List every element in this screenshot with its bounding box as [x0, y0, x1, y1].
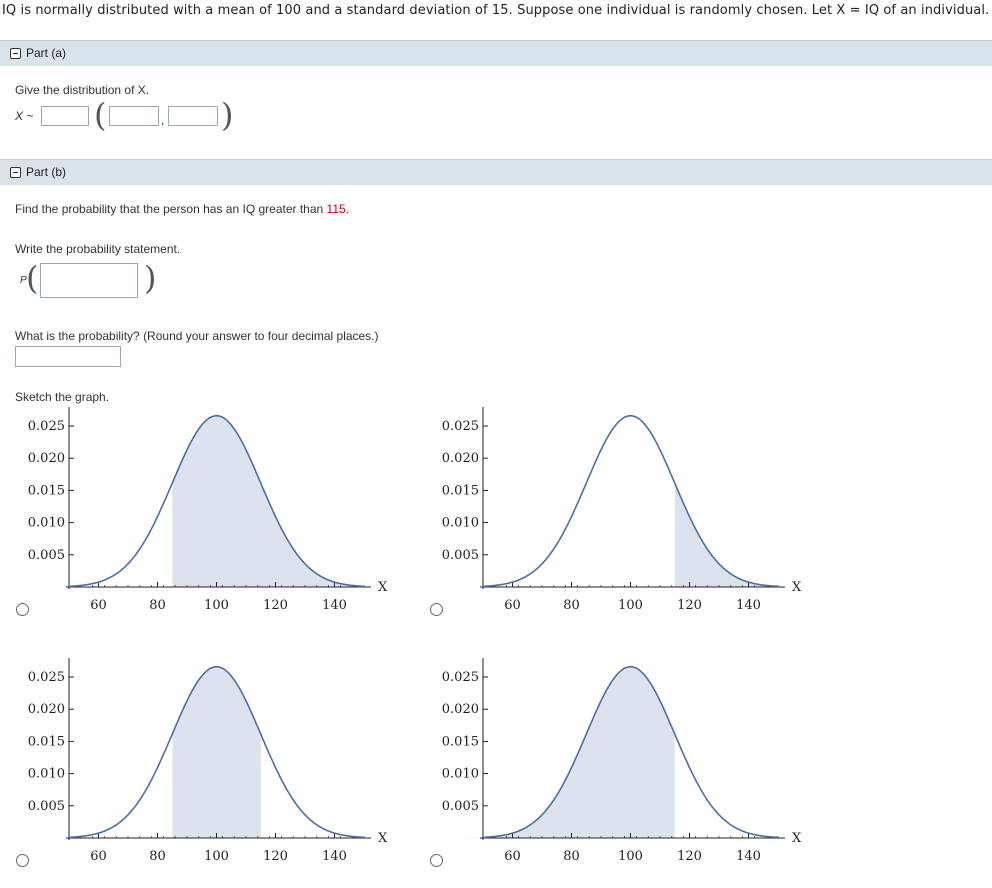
y-tick-label: 0.020 — [442, 702, 479, 717]
x-tick-label: 140 — [736, 849, 761, 864]
density-curve — [483, 414, 778, 588]
y-tick-label: 0.015 — [442, 734, 479, 749]
open-paren: ( — [26, 259, 39, 297]
x-tick-label: 120 — [677, 598, 702, 613]
close-paren: ) — [144, 259, 157, 297]
part-a-prompt: Give the distribution of X. — [15, 83, 150, 97]
y-tick-label: 0.015 — [442, 483, 479, 498]
close-paren: ) — [221, 96, 234, 134]
y-tick-label: 0.010 — [28, 767, 65, 782]
x-tick-label: 80 — [563, 598, 580, 613]
graph-option-1[interactable]: 0.005 0.010 0.015 0.020 0.025 60 80 100 120 140 X — [26, 405, 396, 620]
collapse-icon[interactable] — [10, 167, 21, 178]
threshold-value: 115. — [326, 202, 349, 216]
distribution-mean-input[interactable] — [109, 106, 159, 126]
y-tick-label: 0.020 — [442, 451, 479, 466]
shaded-area — [172, 415, 379, 587]
shaded-area — [674, 483, 793, 587]
y-tick-label: 0.025 — [442, 419, 479, 434]
comma: , — [161, 113, 165, 127]
y-tick-label: 0.010 — [28, 516, 65, 531]
y-tick-label: 0.005 — [442, 799, 479, 814]
shaded-area — [453, 666, 675, 838]
x-tick-label: 140 — [322, 849, 347, 864]
x-tick-label: 80 — [149, 849, 166, 864]
graph-option-4[interactable]: 0.005 0.010 0.015 0.020 0.025 60 80 100 120 140 X — [440, 656, 810, 871]
prompt-text: Find the probability that the person has… — [15, 202, 327, 216]
graph-option-3[interactable]: 0.005 0.010 0.015 0.020 0.025 60 80 100 120 140 X — [26, 656, 396, 871]
y-tick-label: 0.025 — [28, 419, 65, 434]
y-tick-label: 0.015 — [28, 734, 65, 749]
y-tick-label: 0.020 — [28, 702, 65, 717]
x-tick-label: 60 — [90, 598, 107, 613]
part-a-header[interactable]: Part (a) — [0, 40, 992, 66]
x-tick-label: 80 — [149, 598, 166, 613]
x-axis-label: X — [792, 580, 802, 595]
part-b-label: Part (b) — [26, 165, 67, 179]
y-tick-label: 0.010 — [442, 516, 479, 531]
statement-prompt: Write the probability statement. — [15, 242, 181, 256]
x-tick-label: 100 — [204, 598, 229, 613]
x-tick-label: 60 — [504, 598, 521, 613]
x-tick-label: 140 — [322, 598, 347, 613]
sketch-prompt: Sketch the graph. — [15, 390, 110, 404]
x-tick-label: 100 — [618, 849, 643, 864]
probability-statement-input[interactable] — [40, 263, 138, 298]
x-tick-label: 60 — [504, 849, 521, 864]
distribution-x-label: X ~ — [15, 109, 34, 123]
y-tick-label: 0.010 — [442, 767, 479, 782]
x-tick-label: 140 — [736, 598, 761, 613]
x-tick-label: 120 — [263, 598, 288, 613]
distribution-sd-input[interactable] — [168, 106, 218, 126]
x-tick-label: 120 — [677, 849, 702, 864]
problem-statement: IQ is normally distributed with a mean o… — [2, 3, 990, 18]
probability-answer-input[interactable] — [15, 346, 121, 367]
x-axis-label: X — [378, 831, 388, 846]
probability-prompt: What is the probability? (Round your ans… — [15, 329, 379, 343]
distribution-type-input[interactable] — [41, 106, 89, 126]
part-b-header[interactable]: Part (b) — [0, 159, 992, 185]
x-tick-label: 100 — [618, 598, 643, 613]
x-axis-label: X — [792, 831, 802, 846]
x-tick-label: 60 — [90, 849, 107, 864]
y-tick-label: 0.005 — [28, 548, 65, 563]
graph-option-2[interactable]: 0.005 0.010 0.015 0.020 0.025 60 80 100 120 140 X — [440, 405, 810, 620]
y-tick-label: 0.020 — [28, 451, 65, 466]
x-axis-label: X — [378, 580, 388, 595]
x-tick-label: 120 — [263, 849, 288, 864]
collapse-icon[interactable] — [10, 48, 21, 59]
part-a-label: Part (a) — [26, 46, 67, 60]
y-tick-label: 0.015 — [28, 483, 65, 498]
x-tick-label: 100 — [204, 849, 229, 864]
shaded-area — [172, 666, 261, 838]
open-paren: ( — [94, 96, 107, 134]
y-tick-label: 0.025 — [442, 670, 479, 685]
y-tick-label: 0.005 — [442, 548, 479, 563]
part-b-prompt: Find the probability that the person has… — [15, 202, 349, 216]
y-tick-label: 0.025 — [28, 670, 65, 685]
x-tick-label: 80 — [563, 849, 580, 864]
y-tick-label: 0.005 — [28, 799, 65, 814]
